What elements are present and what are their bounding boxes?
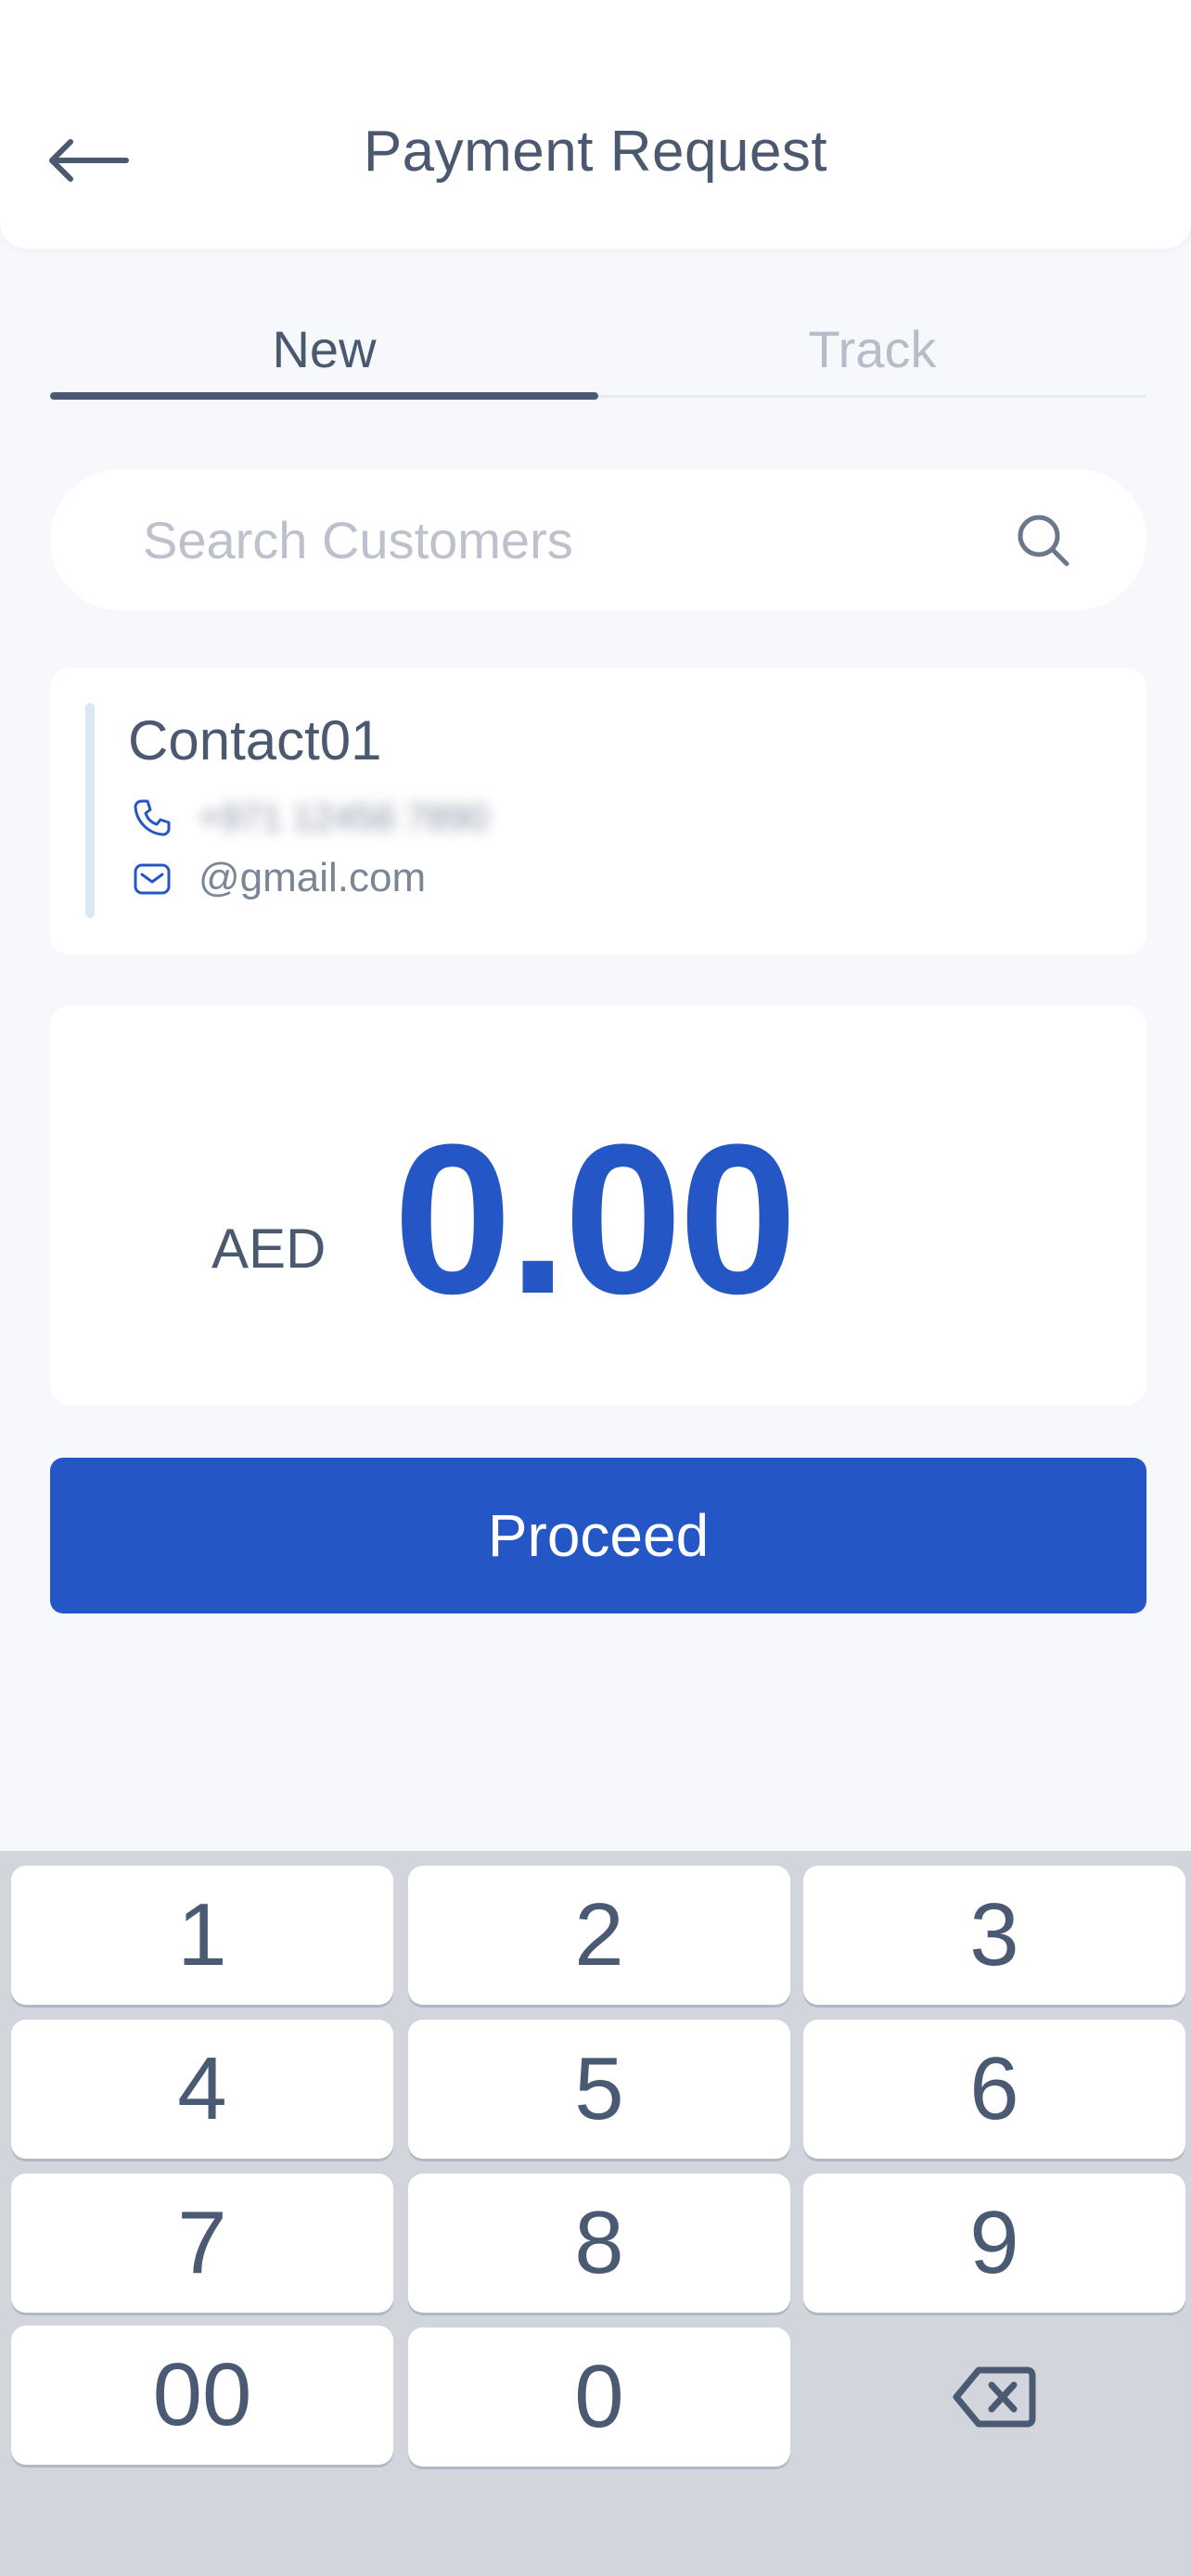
search-input[interactable] [143,506,978,573]
search-icon[interactable] [1011,508,1076,573]
key-4[interactable]: 4 [11,2020,393,2159]
tab-bar: New Track [50,306,1146,401]
key-3[interactable]: 3 [803,1866,1185,2005]
key-1[interactable]: 1 [11,1866,393,2005]
search-bar [50,469,1146,610]
numeric-keypad: 1 2 3 4 5 6 7 8 9 00 0 [0,1851,1191,2576]
tab-new[interactable]: New [50,306,598,401]
contact-accent-bar [85,703,95,918]
key-7[interactable]: 7 [11,2174,393,2313]
key-5[interactable]: 5 [408,2020,790,2159]
key-2[interactable]: 2 [408,1866,790,2005]
amount-card[interactable]: AED 0.00 [50,1005,1146,1406]
key-6[interactable]: 6 [803,2020,1185,2159]
key-9[interactable]: 9 [803,2174,1185,2313]
mail-icon [134,863,171,895]
proceed-button[interactable]: Proceed [50,1458,1146,1613]
backspace-icon [953,2366,1036,2428]
currency-label: AED [211,1218,327,1280]
page-title: Payment Request [363,120,828,184]
app-header: Payment Request [0,0,1191,249]
amount-value: 0.00 [393,1100,798,1338]
key-00[interactable]: 00 [11,2326,393,2465]
key-0[interactable]: 0 [408,2327,790,2467]
key-8[interactable]: 8 [408,2174,790,2313]
phone-icon [134,799,171,836]
contact-name: Contact01 [128,709,382,772]
backspace-key[interactable] [803,2327,1185,2467]
contact-card[interactable]: Contact01 +971 12456 7890 @gmail.com [50,668,1146,955]
contact-email: @gmail.com [198,855,427,900]
tab-track[interactable]: Track [598,306,1146,401]
contact-phone: +971 12456 7890 [198,797,489,838]
